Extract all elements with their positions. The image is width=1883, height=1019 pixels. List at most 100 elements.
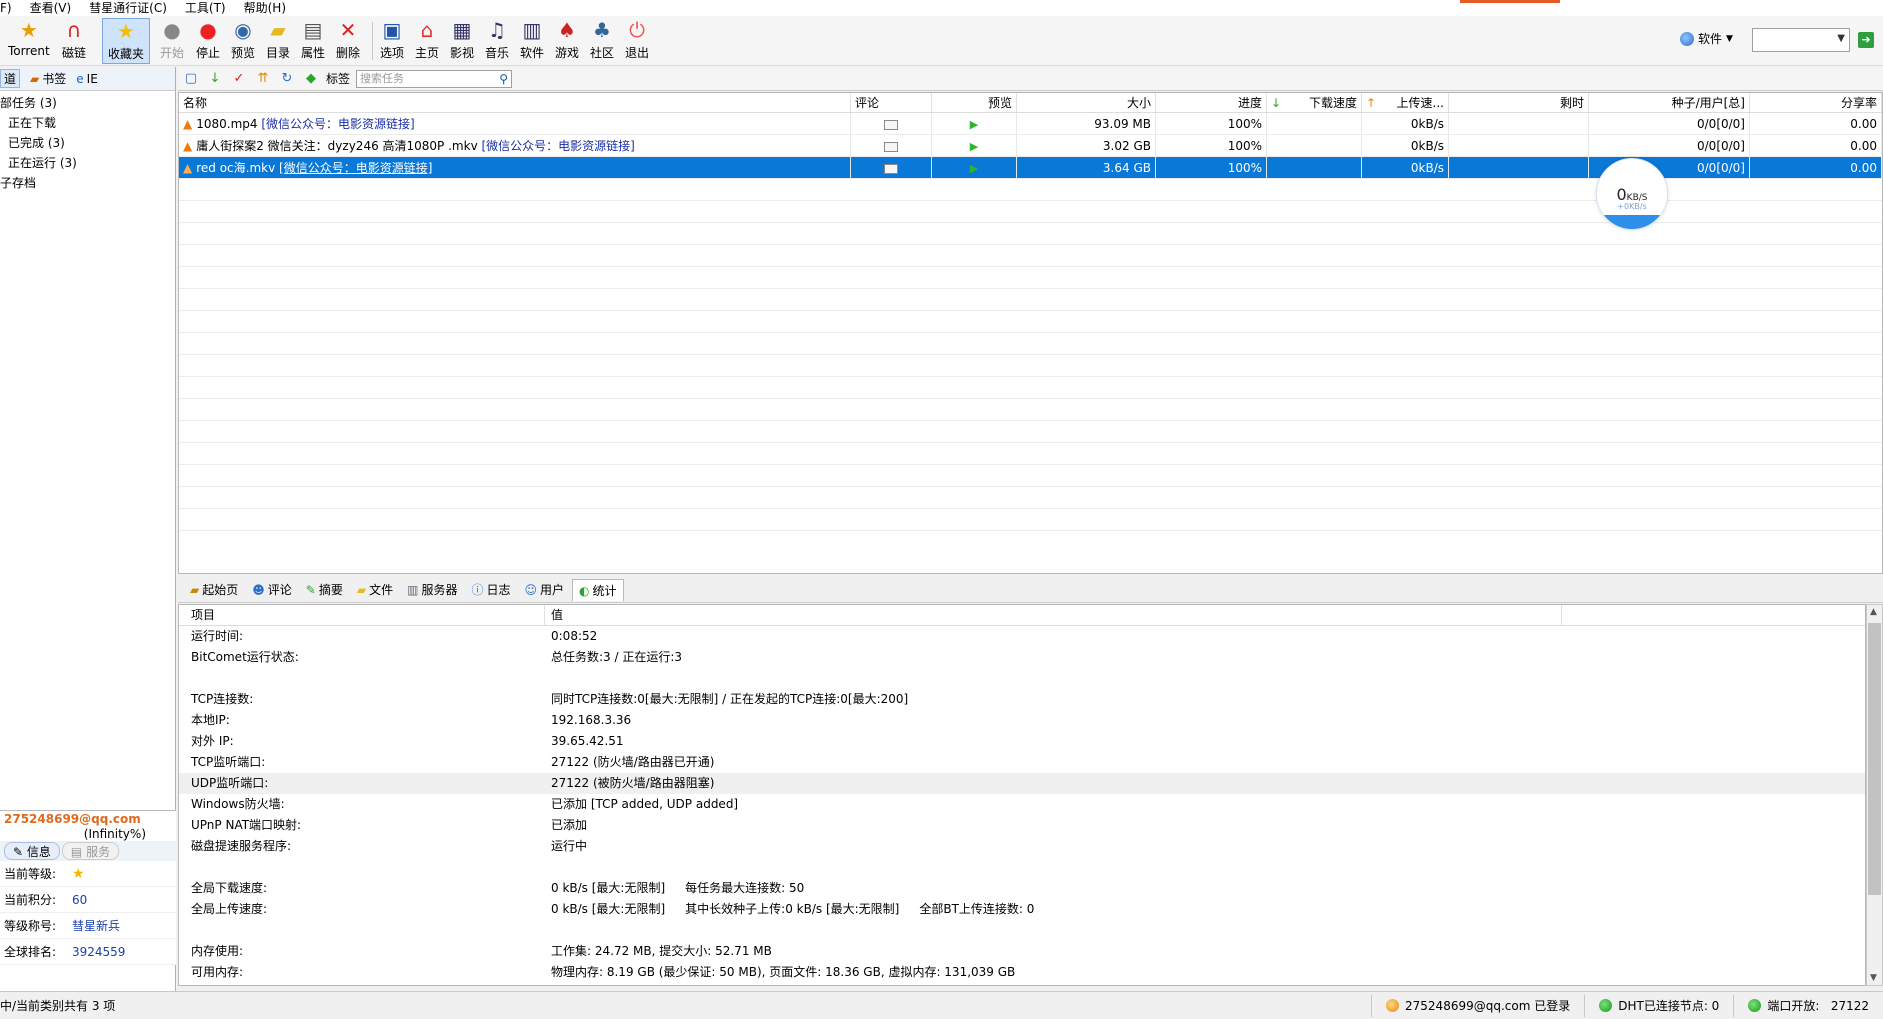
play-icon[interactable]: ▶ [970,118,978,131]
scroll-up-icon[interactable]: ▲ [1870,607,1877,617]
column-name[interactable]: 名称 [179,93,851,112]
preview-icon: ◉ [234,18,252,42]
stop-button[interactable]: ● 停止 [196,18,220,64]
tab-summary[interactable]: ✎ 摘要 [300,579,349,601]
column-upload-speed[interactable]: ↑ 上传速... [1362,93,1449,112]
tree-item-downloading[interactable]: 正在下载 [0,113,175,133]
comment-icon[interactable] [884,163,898,174]
task-tag[interactable]: [微信公众号：电影资源链接] [482,139,635,153]
stat-row[interactable]: 全局上传速度: 0 kB/s [最大:无限制] 其中长效种子上传:0 kB/s [最… [179,899,1865,920]
menu-tools[interactable]: 工具(T) [185,0,226,16]
check-icon[interactable]: ✓ [230,70,248,88]
column-value[interactable]: 值 [545,605,1562,625]
games-button[interactable]: ♠ 游戏 [555,18,579,64]
stat-row[interactable]: 全局下载速度: 0 kB/s [最大:无限制] 每任务最大连接数: 50 [179,878,1865,899]
column-remaining[interactable]: 剩时 [1449,93,1589,112]
task-row[interactable]: ▲ 庸人街探案2 微信关注：dyzy246 高清1080P .mkv [微信公众号… [179,135,1882,157]
tree-item-all-tasks[interactable]: 部任务 (3) [0,93,175,113]
directory-button[interactable]: ▰ 目录 [266,18,290,64]
status-port[interactable]: 端口开放: 27122 [1733,994,1883,1017]
menu-comet-pass[interactable]: 彗星通行证(C) [89,0,167,16]
stat-row[interactable]: 本地IP: 192.168.3.36 [179,710,1865,731]
preview-button[interactable]: ◉ 预览 [231,18,255,64]
stat-row[interactable]: 可用内存: 物理内存: 8.19 GB (最少保证: 50 MB), 页面文件: … [179,962,1865,983]
upload-arrows-icon[interactable]: ⇈ [254,70,272,88]
software-menu[interactable]: 软件 ▼ [1680,30,1733,47]
tab-users[interactable]: ☺ 用户 [519,579,571,601]
tab-log[interactable]: ⓘ 日志 [465,579,516,601]
menu-view[interactable]: 查看(V) [30,0,72,16]
music-button[interactable]: ♫ 音乐 [485,18,509,64]
favorites-button[interactable]: ★ 收藏夹 [102,18,150,64]
stat-row[interactable]: 对外 IP: 39.65.42.51 [179,731,1865,752]
sidebar-tab-bookmarks[interactable]: ▰ 书签 [30,70,66,87]
software-combo[interactable]: ▼ [1752,28,1850,52]
exit-button[interactable]: ⏻ 退出 [625,18,649,64]
user-row-points: 当前积分: 60 [0,887,176,913]
status-login[interactable]: 275248699@qq.com 已登录 [1371,994,1584,1017]
search-icon[interactable]: ⚲ [499,71,508,87]
delete-button[interactable]: ✕ 删除 [336,18,360,64]
stat-row[interactable]: TCP监听端口: 27122 (防火墙/路由器已开通) [179,752,1865,773]
magnet-button[interactable]: ∩ 磁链 [62,18,86,64]
properties-button[interactable]: ▤ 属性 [301,18,325,64]
tree-item-archive[interactable]: 子存档 [0,173,175,193]
options-button[interactable]: ▣ 选项 [380,18,404,64]
tab-start-page[interactable]: ▰ 起始页 [184,579,244,601]
status-dht[interactable]: DHT已连接节点: 0 [1584,994,1733,1017]
download-arrow-icon[interactable]: ↓ [206,70,224,88]
empty-row [179,311,1882,333]
tab-comments[interactable]: ☻ 评论 [246,579,298,601]
sidebar-tab-ie[interactable]: e IE [76,72,98,86]
menu-file[interactable]: F) [0,0,12,16]
new-task-icon[interactable]: ▢ [182,70,200,88]
stat-row[interactable]: 磁盘提速服务程序: 运行中 [179,836,1865,857]
tags-button[interactable]: 标签 [326,70,350,87]
play-icon[interactable]: ▶ [970,140,978,153]
user-row-title: 等级称号: 彗星新兵 [0,913,176,939]
column-ratio[interactable]: 分享率 [1750,93,1882,112]
tab-files[interactable]: ▰ 文件 [351,579,399,601]
video-button[interactable]: ▦ 影视 [450,18,474,64]
user-tab-service[interactable]: ▤ 服务 [61,842,120,860]
column-peers[interactable]: 种子/用户[总] [1589,93,1750,112]
column-download-speed[interactable]: ↓ 下载速度 [1267,93,1362,112]
tab-servers[interactable]: ▥ 服务器 [401,579,463,601]
stat-row-highlighted[interactable]: UDP监听端口: 27122 (被防火墙/路由器阻塞) [179,773,1865,794]
home-button[interactable]: ⌂ 主页 [415,18,439,64]
software-button[interactable]: ▥ 软件 [520,18,544,64]
stat-row[interactable]: 内存使用: 工作集: 24.72 MB, 提交大小: 52.71 MB [179,941,1865,962]
community-button[interactable]: ♣ 社区 [590,18,614,64]
column-comment[interactable]: 评论 [851,93,932,112]
start-button[interactable]: ● 开始 [160,18,184,64]
tree-item-completed[interactable]: 已完成 (3) [0,133,175,153]
stat-row[interactable]: TCP连接数: 同时TCP连接数:0[最大:无限制] / 正在发起的TCP连接:0… [179,689,1865,710]
scroll-down-icon[interactable]: ▼ [1870,973,1877,983]
stat-row[interactable]: 运行时间: 0:08:52 [179,626,1865,647]
scrollbar-thumb[interactable] [1868,623,1881,895]
torrent-button[interactable]: ★ Torrent [8,18,50,64]
stat-row[interactable]: BitComet运行状态: 总任务数:3 / 正在运行:3 [179,647,1865,668]
stat-row[interactable]: UPnP NAT端口映射: 已添加 [179,815,1865,836]
go-button[interactable]: ➜ [1858,32,1874,48]
stat-row[interactable]: Windows防火墙: 已添加 [TCP added, UDP added] [179,794,1865,815]
task-row[interactable]: ▲ 1080.mp4 [微信公众号：电影资源链接] ▶ 93.09 MB 100%… [179,113,1882,135]
user-tab-info[interactable]: ✎ 信息 [4,842,60,860]
column-size[interactable]: 大小 [1017,93,1156,112]
search-input[interactable]: 搜索任务 ⚲ [356,69,513,88]
task-tag[interactable]: [微信公众号：电影资源链接] [261,117,414,131]
tree-item-running[interactable]: 正在运行 (3) [0,153,175,173]
comment-icon[interactable] [884,119,898,130]
task-tag[interactable]: [微信公众号：电影资源链接] [279,161,432,175]
speed-indicator[interactable]: 0KB/S +0KB/s [1596,158,1668,230]
comment-icon[interactable] [884,141,898,152]
stats-scrollbar[interactable]: ▲ ▼ [1866,604,1883,986]
tab-statistics[interactable]: ◐ 统计 [572,579,624,601]
play-icon[interactable]: ▶ [970,162,978,175]
menu-help[interactable]: 帮助(H) [244,0,286,16]
column-preview[interactable]: 预览 [932,93,1017,112]
column-progress[interactable]: 进度 [1156,93,1267,112]
sidebar-tab-channel[interactable]: 道 [0,69,21,88]
column-item[interactable]: 项目 [179,605,545,625]
refresh-icon[interactable]: ↻ [278,70,296,88]
